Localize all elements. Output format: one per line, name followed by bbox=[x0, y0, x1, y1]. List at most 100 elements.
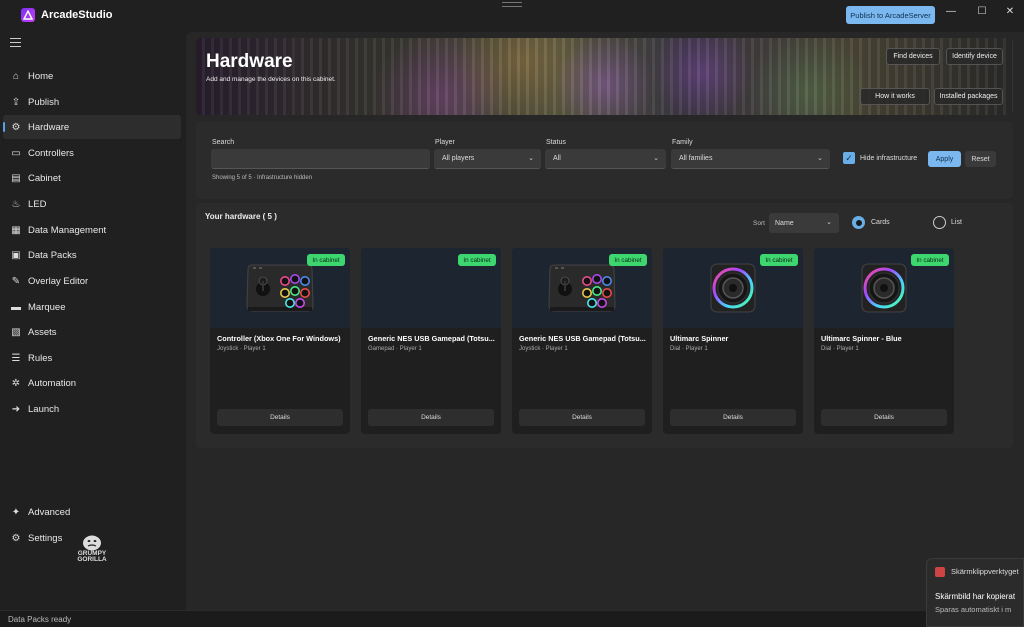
close-button[interactable]: ✕ bbox=[999, 4, 1021, 18]
grumpy-gorilla-logo: GRUMPY GORILLA bbox=[72, 528, 112, 568]
sidebar-item-label: Data Packs bbox=[28, 249, 77, 261]
drag-handle[interactable] bbox=[502, 2, 522, 7]
status-label: Status bbox=[546, 139, 566, 146]
details-button[interactable]: Details bbox=[368, 409, 494, 426]
page-title: Hardware bbox=[206, 51, 293, 72]
snipping-tool-icon bbox=[935, 567, 945, 577]
app-title: ArcadeStudio bbox=[41, 9, 113, 21]
details-button[interactable]: Details bbox=[519, 409, 645, 426]
sidebar-item-overlay-editor[interactable]: ✎ Overlay Editor bbox=[3, 269, 181, 293]
toast-app-name: Skärmklippverktyget bbox=[951, 567, 1019, 576]
settings-icon: ⚙ bbox=[11, 532, 21, 544]
sidebar-item-marquee[interactable]: ▬ Marquee bbox=[3, 295, 181, 319]
sidebar-item-automation[interactable]: ✲ Automation bbox=[3, 371, 181, 395]
sidebar-item-cabinet[interactable]: ▤ Cabinet bbox=[3, 166, 181, 190]
sidebar-item-label: Advanced bbox=[28, 506, 71, 518]
sort-select[interactable]: Name ⌄ bbox=[769, 213, 839, 233]
card-meta: Dial · Player 1 bbox=[670, 346, 708, 352]
publish-icon: ⇪ bbox=[11, 96, 21, 108]
status-select[interactable]: All ⌄ bbox=[545, 149, 666, 169]
card-meta: Gamepad · Player 1 bbox=[368, 346, 422, 352]
chevron-down-icon: ⌄ bbox=[817, 155, 823, 162]
sidebar-item-hardware[interactable]: ⚙ Hardware bbox=[3, 115, 181, 139]
spinner-image bbox=[710, 263, 756, 313]
reset-button[interactable]: Reset bbox=[965, 151, 996, 167]
chevron-down-icon: ⌄ bbox=[528, 155, 534, 162]
launch-icon: ➜ bbox=[11, 403, 21, 415]
hardware-card[interactable]: In cabinet Ultimarc Spinner - Blue Dial … bbox=[814, 248, 954, 434]
hardware-card[interactable]: In cabinet Generic NES USB Gamepad (Tots… bbox=[361, 248, 501, 434]
controllers-icon: ▭ bbox=[11, 147, 21, 159]
cards-view-radio[interactable] bbox=[852, 216, 865, 229]
sidebar-item-led[interactable]: ♨ LED bbox=[3, 192, 181, 216]
sidebar-item-advanced[interactable]: ✦ Advanced bbox=[3, 500, 181, 524]
family-label: Family bbox=[672, 139, 693, 146]
home-icon: ⌂ bbox=[12, 70, 20, 82]
sidebar-item-label: Marquee bbox=[28, 301, 66, 313]
search-input[interactable] bbox=[211, 149, 430, 169]
sidebar-item-publish[interactable]: ⇪ Publish bbox=[3, 90, 181, 114]
toast-text: Sparas automatiskt i m bbox=[935, 605, 1012, 614]
hamburger-menu-icon[interactable] bbox=[10, 38, 21, 47]
hide-infrastructure-checkbox[interactable]: ✓ bbox=[843, 152, 855, 164]
sidebar-item-data-management[interactable]: ▦ Data Management bbox=[3, 218, 181, 242]
sidebar-item-rules[interactable]: ☰ Rules bbox=[3, 346, 181, 370]
apply-button[interactable]: Apply bbox=[928, 151, 961, 167]
status-badge: In cabinet bbox=[458, 254, 496, 266]
publish-button[interactable]: Publish to ArcadeServer bbox=[846, 6, 935, 24]
card-title: Ultimarc Spinner bbox=[670, 334, 729, 343]
list-view-radio[interactable] bbox=[933, 216, 946, 229]
sidebar-item-label: Hardware bbox=[28, 121, 70, 133]
how-it-works-button[interactable]: How it works bbox=[860, 88, 930, 105]
status-badge: In cabinet bbox=[760, 254, 798, 266]
details-button[interactable]: Details bbox=[670, 409, 796, 426]
status-badge: In cabinet bbox=[911, 254, 949, 266]
hide-infrastructure-label: Hide infrastructure bbox=[860, 155, 918, 162]
sidebar-item-label: Publish bbox=[28, 96, 60, 108]
sidebar-item-label: Launch bbox=[28, 403, 60, 415]
hardware-card[interactable]: In cabinet Controller (Xbox One For Wind… bbox=[210, 248, 350, 434]
sort-label: Sort bbox=[753, 220, 765, 227]
details-button[interactable]: Details bbox=[821, 409, 947, 426]
identify-device-button[interactable]: Identify device bbox=[946, 48, 1003, 65]
sidebar-item-label: LED bbox=[28, 198, 47, 210]
card-meta: Joystick · Player 1 bbox=[217, 346, 266, 352]
status-badge: In cabinet bbox=[609, 254, 647, 266]
hardware-icon: ⚙ bbox=[11, 121, 21, 133]
minimize-button[interactable]: — bbox=[940, 4, 962, 18]
sidebar-item-home[interactable]: ⌂ Home bbox=[3, 64, 181, 88]
sidebar-item-data-packs[interactable]: ▣ Data Packs bbox=[3, 243, 181, 267]
chevron-down-icon: ⌄ bbox=[653, 155, 659, 162]
sidebar-item-launch[interactable]: ➜ Launch bbox=[3, 397, 181, 421]
status-text: Data Packs ready bbox=[8, 615, 72, 624]
details-button[interactable]: Details bbox=[217, 409, 343, 426]
sidebar-item-label: Rules bbox=[28, 352, 53, 364]
cards-view-label: Cards bbox=[871, 219, 890, 226]
toast-title: Skärmbild har kopierat bbox=[935, 592, 1016, 601]
app-logo-icon bbox=[21, 8, 35, 22]
showing-count: Showing 5 of 5 · Infrastructure hidden bbox=[212, 175, 313, 181]
card-title: Controller (Xbox One For Windows) bbox=[217, 334, 341, 343]
status-bar: Data Packs ready bbox=[0, 610, 1024, 627]
advanced-icon: ✦ bbox=[11, 506, 21, 518]
hardware-card[interactable]: In cabinet Ultimarc Spinner Dial · Playe… bbox=[663, 248, 803, 434]
installed-packages-button[interactable]: Installed packages bbox=[934, 88, 1003, 105]
logo-text-line2: GORILLA bbox=[77, 556, 107, 563]
player-select[interactable]: All players ⌄ bbox=[434, 149, 541, 169]
arcade-stick-image bbox=[246, 264, 314, 312]
sidebar-item-label: Automation bbox=[28, 377, 77, 389]
find-devices-button[interactable]: Find devices bbox=[886, 48, 940, 65]
sidebar-item-label: Cabinet bbox=[28, 172, 61, 184]
maximize-button[interactable]: ☐ bbox=[971, 4, 993, 18]
gorilla-face-icon bbox=[83, 535, 101, 550]
card-meta: Joystick · Player 1 bbox=[519, 346, 568, 352]
hardware-card[interactable]: In cabinet Generic NES USB Gamepad (Tots… bbox=[512, 248, 652, 434]
sidebar-item-controllers[interactable]: ▭ Controllers bbox=[3, 141, 181, 165]
status-badge: In cabinet bbox=[307, 254, 345, 266]
sidebar-item-label: Settings bbox=[28, 532, 63, 544]
notification-toast[interactable]: Skärmklippverktyget Skärmbild har kopier… bbox=[926, 558, 1024, 627]
title-bar: ArcadeStudio Publish to ArcadeServer — ☐… bbox=[0, 0, 1024, 32]
family-select[interactable]: All families ⌄ bbox=[671, 149, 830, 169]
checkmark-icon: ✓ bbox=[845, 152, 853, 163]
sidebar-item-assets[interactable]: ▧ Assets bbox=[3, 320, 181, 344]
